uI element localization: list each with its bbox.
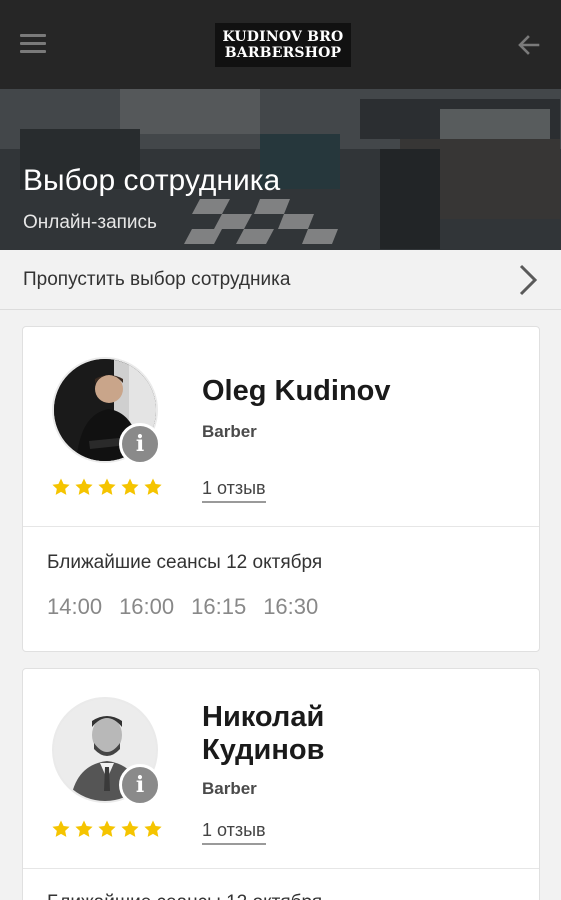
star-icon <box>144 478 162 495</box>
star-icon <box>144 820 162 837</box>
star-icon <box>98 478 116 495</box>
star-icon <box>121 820 139 837</box>
skip-staff-selection-button[interactable]: Пропустить выбор сотрудника <box>0 250 561 310</box>
staff-card[interactable]: i Oleg Kudinov Barber 1 отзыв Ближайшие … <box>22 326 540 652</box>
time-slot-button[interactable]: 16:30 <box>263 594 318 620</box>
staff-card[interactable]: i Николай Кудинов Barber 1 отзыв Ближайш… <box>22 668 540 900</box>
rating-stars <box>51 819 163 839</box>
page-title: Выбор сотрудника <box>23 164 281 197</box>
brand-logo: KUDINOV BRO BARBERSHOP <box>215 23 351 67</box>
star-icon <box>121 478 139 495</box>
time-slot-button[interactable]: 14:00 <box>47 594 102 620</box>
logo-line-1: KUDINOV BRO <box>222 29 344 45</box>
star-icon <box>52 478 70 495</box>
star-icon <box>75 820 93 837</box>
staff-name: Oleg Kudinov <box>202 375 391 407</box>
rating-stars <box>51 477 163 497</box>
card-divider <box>23 526 539 527</box>
info-icon[interactable]: i <box>119 764 161 806</box>
staff-name: Николай Кудинов <box>202 701 325 766</box>
logo-line-2: BARBERSHOP <box>224 45 342 61</box>
top-app-bar: KUDINOV BRO BARBERSHOP <box>0 0 561 89</box>
hamburger-menu-icon[interactable] <box>20 34 46 54</box>
page-subtitle: Онлайн-запись <box>23 212 157 233</box>
page-header-banner: Выбор сотрудника Онлайн-запись <box>0 89 561 250</box>
time-slot-button[interactable]: 16:00 <box>119 594 174 620</box>
time-slot-button[interactable]: 16:15 <box>191 594 246 620</box>
reviews-link[interactable]: 1 отзыв <box>202 477 266 503</box>
card-divider <box>23 868 539 869</box>
info-icon[interactable]: i <box>119 423 161 465</box>
skip-label: Пропустить выбор сотрудника <box>23 269 291 290</box>
sessions-label: Ближайшие сеансы 12 октября <box>47 552 323 573</box>
chevron-right-icon[interactable] <box>515 263 541 297</box>
time-slots: 14:00 16:00 16:15 16:30 <box>47 594 318 620</box>
star-icon <box>52 820 70 837</box>
app-screen: KUDINOV BRO BARBERSHOP Выбор сотрудника … <box>0 0 561 900</box>
star-icon <box>98 820 116 837</box>
staff-role: Barber <box>202 422 257 441</box>
sessions-label: Ближайшие сеансы 12 октября <box>47 892 322 900</box>
reviews-link[interactable]: 1 отзыв <box>202 819 266 845</box>
arrow-left-icon[interactable] <box>514 30 544 60</box>
star-icon <box>75 478 93 495</box>
staff-role: Barber <box>202 779 257 798</box>
